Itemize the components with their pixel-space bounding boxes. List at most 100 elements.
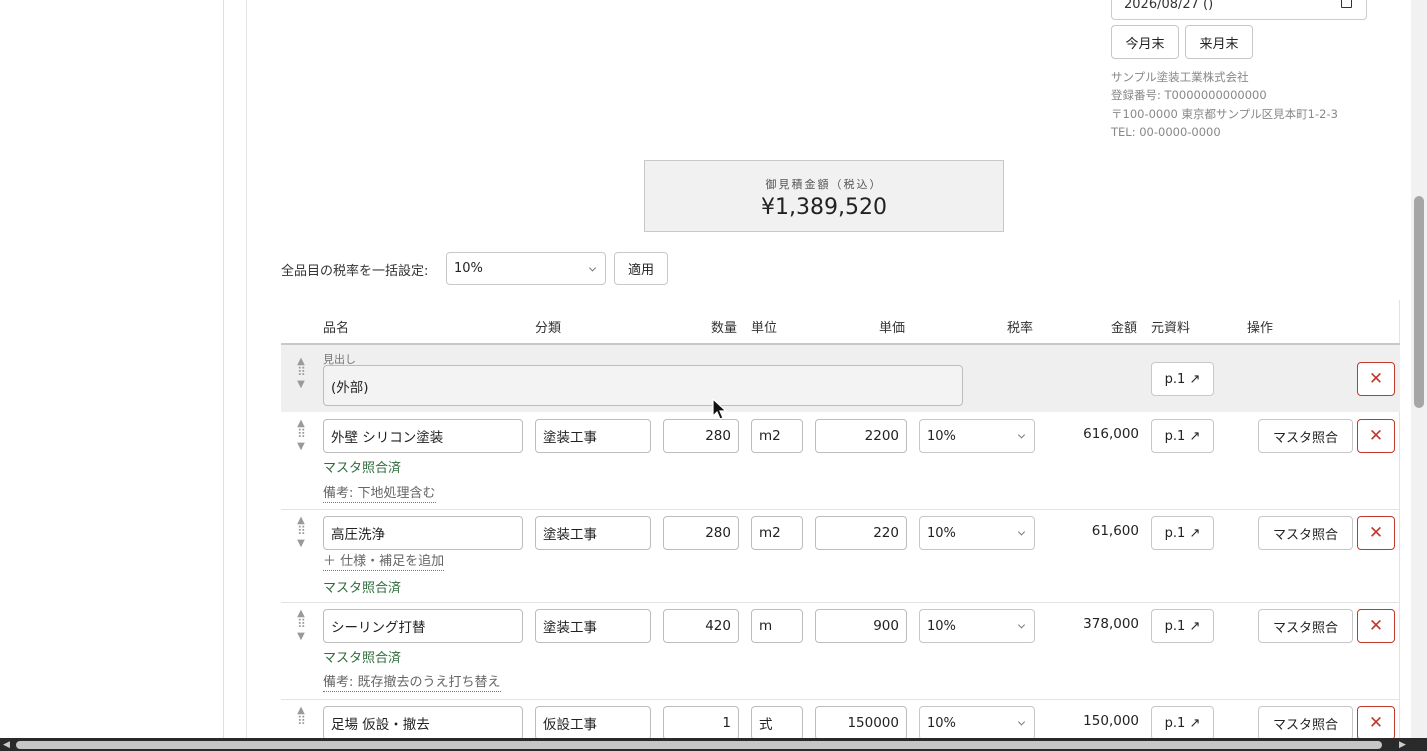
drag-handle-icon[interactable]: ▲ ⠿ ▼ (294, 418, 308, 452)
chevron-down-icon (1017, 528, 1026, 536)
match-status: マスタ照合済 (323, 651, 402, 666)
item-category-input[interactable]: 塗装工事 (535, 419, 651, 453)
item-tax-value: 10% (927, 715, 956, 731)
source-link-button[interactable]: p.1 ↗ (1151, 419, 1214, 453)
close-icon: ✕ (1368, 616, 1384, 636)
col-header-unit-price: 単価 (879, 321, 906, 336)
company-name: サンプル塗装工業株式会社 (1111, 70, 1249, 84)
item-unit-input[interactable]: m2 (751, 419, 803, 453)
sidebar-divider (223, 0, 224, 740)
company-reg-no: 登録番号: T0000000000000 (1111, 88, 1267, 103)
next-month-end-button[interactable]: 来月末 (1185, 25, 1253, 59)
mouse-cursor-icon (712, 398, 728, 420)
item-qty-input[interactable]: 280 (663, 516, 739, 550)
delete-row-button[interactable]: ✕ (1357, 609, 1395, 643)
master-match-button[interactable]: マスタ照合 (1258, 516, 1353, 550)
issue-date-value: 2026/08/27 () (1124, 0, 1214, 12)
col-header-amount: 金額 (1111, 321, 1138, 336)
calendar-icon[interactable] (1341, 0, 1352, 8)
col-header-category: 分類 (535, 321, 562, 336)
item-category-input[interactable]: 塗装工事 (535, 609, 651, 643)
row-divider (281, 509, 1400, 510)
item-note[interactable]: 備考: 既存撤去のうえ打ち替え (323, 675, 501, 692)
delete-row-button[interactable]: ✕ (1357, 706, 1395, 740)
drag-handle-icon[interactable]: ▲ ⠿ ▼ (294, 356, 308, 390)
item-unit-input[interactable]: 式 (751, 706, 803, 740)
item-tax-value: 10% (927, 525, 956, 541)
close-icon: ✕ (1368, 426, 1384, 446)
item-unit-input[interactable]: m (751, 609, 803, 643)
item-category-input[interactable]: 仮設工事 (535, 706, 651, 740)
total-label: 御見積金額（税込） (765, 178, 883, 191)
item-tax-value: 10% (927, 618, 956, 634)
chevron-down-icon (1017, 621, 1026, 629)
item-price-input[interactable]: 2200 (815, 419, 907, 453)
close-icon: ✕ (1368, 713, 1384, 733)
add-spec-link[interactable]: ＋ 仕様・補足を追加 (323, 554, 445, 571)
col-header-qty: 数量 (711, 321, 738, 336)
col-header-unit: 単位 (751, 321, 778, 336)
delete-row-button[interactable]: ✕ (1357, 516, 1395, 550)
drag-handle-icon[interactable]: ▲ ⠿ (294, 705, 308, 728)
item-name-input[interactable]: 足場 仮設・撤去 (323, 706, 523, 740)
close-icon: ✕ (1368, 369, 1384, 389)
scroll-left-icon[interactable]: ◀ (3, 740, 10, 750)
heading-input[interactable]: (外部) (323, 365, 963, 406)
company-address: 〒100-0000 東京都サンプル区見本町1-2-3 (1111, 106, 1338, 121)
horizontal-scrollbar-thumb[interactable] (16, 741, 1382, 749)
item-qty-input[interactable]: 280 (663, 419, 739, 453)
item-tax-value: 10% (927, 428, 956, 444)
chevron-down-icon (1017, 718, 1026, 726)
delete-row-button[interactable]: ✕ (1357, 419, 1395, 453)
match-status: マスタ照合済 (323, 461, 402, 476)
this-month-end-button[interactable]: 今月末 (1111, 25, 1179, 59)
item-amount: 150,000 (1083, 713, 1139, 729)
master-match-button[interactable]: マスタ照合 (1258, 419, 1353, 453)
item-note[interactable]: 備考: 下地処理含む (323, 486, 436, 503)
apply-button[interactable]: 適用 (614, 252, 668, 285)
source-link-button[interactable]: p.1 ↗ (1151, 362, 1214, 396)
item-category-input[interactable]: 塗装工事 (535, 516, 651, 550)
col-header-source: 元資料 (1151, 321, 1191, 336)
company-info: サンプル塗装工業株式会社 登録番号: T0000000000000 〒100-0… (1111, 68, 1338, 141)
item-qty-input[interactable]: 420 (663, 609, 739, 643)
drag-handle-icon[interactable]: ▲ ⠿ ▼ (294, 608, 308, 642)
bulk-tax-value: 10% (454, 261, 483, 276)
company-tel: TEL: 00-0000-0000 (1111, 124, 1221, 139)
close-icon: ✕ (1368, 523, 1384, 543)
source-link-button[interactable]: p.1 ↗ (1151, 706, 1214, 740)
delete-row-button[interactable]: ✕ (1357, 362, 1395, 396)
scroll-right-icon[interactable]: ▶ (1399, 740, 1406, 750)
vertical-scrollbar-thumb[interactable] (1414, 196, 1424, 408)
item-tax-select[interactable]: 10% (919, 516, 1035, 550)
chevron-down-icon (1017, 431, 1026, 439)
item-amount: 616,000 (1083, 426, 1139, 442)
item-name-input[interactable]: 外壁 シリコン塗装 (323, 419, 523, 453)
total-amount: ¥1,389,520 (761, 195, 887, 220)
master-match-button[interactable]: マスタ照合 (1258, 609, 1353, 643)
master-match-button[interactable]: マスタ照合 (1258, 706, 1353, 740)
item-price-input[interactable]: 220 (815, 516, 907, 550)
issue-date-input[interactable]: 2026/08/27 () (1111, 0, 1367, 20)
chevron-down-icon (588, 263, 597, 272)
bulk-tax-select[interactable]: 10% (446, 252, 606, 285)
source-link-button[interactable]: p.1 ↗ (1151, 516, 1214, 550)
row-divider (281, 699, 1400, 700)
drag-handle-icon[interactable]: ▲ ⠿ ▼ (294, 515, 308, 549)
item-tax-select[interactable]: 10% (919, 609, 1035, 643)
item-name-input[interactable]: シーリング打替 (323, 609, 523, 643)
total-amount-box: 御見積金額（税込） ¥1,389,520 (644, 160, 1004, 232)
row-divider (281, 602, 1400, 603)
source-link-button[interactable]: p.1 ↗ (1151, 609, 1214, 643)
col-header-tax: 税率 (1007, 321, 1034, 336)
item-tax-select[interactable]: 10% (919, 706, 1035, 740)
item-price-input[interactable]: 150000 (815, 706, 907, 740)
item-price-input[interactable]: 900 (815, 609, 907, 643)
match-status: マスタ照合済 (323, 581, 402, 596)
bulk-tax-label: 全品目の税率を一括設定: (281, 264, 429, 279)
item-unit-input[interactable]: m2 (751, 516, 803, 550)
item-name-input[interactable]: 高圧洗浄 (323, 516, 523, 550)
item-qty-input[interactable]: 1 (663, 706, 739, 740)
item-tax-select[interactable]: 10% (919, 419, 1035, 453)
col-header-ops: 操作 (1247, 321, 1274, 336)
